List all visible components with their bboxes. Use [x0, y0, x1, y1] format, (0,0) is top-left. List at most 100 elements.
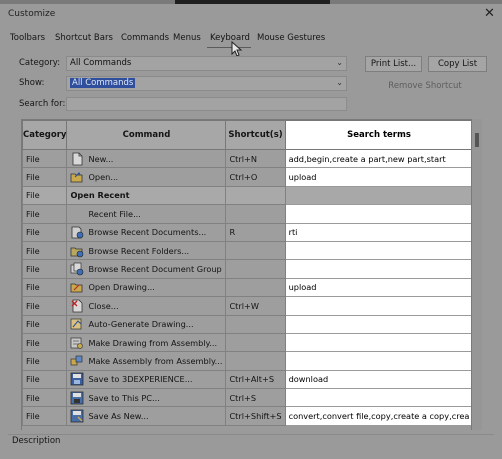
cell-search-terms[interactable]: add,begin,create a part,new part,start [284, 148, 471, 169]
mouse-pointer-icon [231, 41, 243, 57]
tab-commands[interactable]: Commands [121, 33, 169, 43]
cell-shortcut[interactable]: Ctrl+Alt+S [225, 369, 286, 390]
close-doc-icon [70, 299, 84, 313]
column-header-shortcuts[interactable]: Shortcut(s) [225, 120, 286, 150]
tab-menus[interactable]: Menus [173, 33, 201, 43]
cell-shortcut[interactable]: Ctrl+Shift+S [225, 406, 286, 426]
cell-shortcut[interactable] [225, 351, 286, 371]
save-as-new-icon [70, 409, 84, 423]
command-label: Close... [88, 300, 119, 311]
show-label: Show: [19, 78, 45, 88]
table-row[interactable]: File Browse Recent Documents... Rrti [22, 222, 471, 242]
cell-shortcut[interactable] [225, 277, 286, 298]
cell-category: File [22, 314, 68, 334]
recent-docs-icon [70, 225, 84, 239]
table-row[interactable]: File Open... Ctrl+O upload [22, 167, 471, 187]
cell-shortcut[interactable]: Ctrl+N [225, 148, 286, 169]
table-row[interactable]: File Make Assembly from Assembly... [22, 351, 471, 371]
category-select[interactable]: All Commands ⌄ [66, 56, 347, 71]
active-tab-indicator [207, 47, 251, 48]
show-select[interactable]: All Commands ⌄ [66, 76, 347, 91]
new-doc-icon [70, 152, 84, 166]
cell-category: File [22, 222, 68, 242]
blank-icon [70, 207, 84, 221]
tab-keyboard[interactable]: Keyboard [210, 33, 250, 43]
cell-command: Open Drawing... [66, 277, 227, 298]
cell-category: File [22, 277, 68, 298]
cell-search-terms[interactable] [284, 314, 471, 334]
cell-category: File [22, 204, 68, 224]
table-row[interactable]: File Open Recent [22, 185, 471, 206]
cell-search-terms[interactable] [284, 204, 471, 224]
command-label: Open... [88, 172, 119, 183]
cell-search-terms[interactable] [284, 240, 471, 261]
cell-command: Save to 3DEXPERIENCE... [66, 369, 227, 390]
cell-search-terms[interactable]: upload [284, 277, 471, 298]
cell-command: Auto-Generate Drawing... [66, 314, 227, 334]
remove-shortcut-button[interactable]: Remove Shortcut [385, 79, 465, 93]
cell-command: Make Assembly from Assembly... [66, 351, 227, 371]
table-row[interactable]: File Auto-Generate Drawing... [22, 314, 471, 334]
show-value: All Commands [70, 78, 136, 88]
copy-list-button[interactable]: Copy List [428, 56, 487, 72]
column-header-command[interactable]: Command [66, 120, 227, 150]
cell-shortcut[interactable]: R [225, 222, 286, 242]
cell-category: File [22, 406, 68, 426]
table-row[interactable]: File Save to This PC... Ctrl+S [22, 388, 471, 408]
vertical-scrollbar[interactable] [472, 119, 482, 431]
cell-shortcut[interactable] [225, 204, 286, 224]
tab-toolbars[interactable]: Toolbars [10, 33, 45, 43]
cell-search-terms[interactable] [284, 296, 471, 316]
make-assembly-icon [70, 354, 84, 368]
cell-category: File [22, 369, 68, 390]
cell-search-terms[interactable] [284, 351, 471, 371]
cell-search-terms[interactable] [284, 259, 471, 279]
cell-shortcut[interactable] [225, 240, 286, 261]
table-row[interactable]: File New... Ctrl+N add,begin,create a part,… [22, 148, 471, 169]
cell-shortcut[interactable] [225, 259, 286, 279]
table-row[interactable]: File Browse Recent Folders... [22, 240, 471, 261]
cell-search-terms[interactable] [284, 332, 471, 353]
cell-search-terms[interactable] [284, 185, 471, 206]
description-panel [0, 430, 502, 459]
command-label: Make Drawing from Assembly... [88, 337, 218, 348]
print-list-button[interactable]: Print List... [365, 56, 422, 72]
table-row[interactable]: File Browse Recent Document Group [22, 259, 471, 279]
save-3dx-icon [70, 372, 84, 386]
make-drawing-icon [70, 336, 84, 350]
table-row[interactable]: File Open Drawing... upload [22, 277, 471, 298]
table-row[interactable]: File Save to 3DEXPERIENCE... Ctrl+Alt+S dow… [22, 369, 471, 390]
cell-shortcut[interactable] [225, 185, 286, 206]
tab-shortcut-bars[interactable]: Shortcut Bars [55, 33, 113, 43]
table-row[interactable]: File Make Drawing from Assembly... [22, 332, 471, 353]
cell-search-terms[interactable]: rti [284, 222, 471, 242]
cell-shortcut[interactable] [225, 314, 286, 334]
search-input[interactable] [66, 97, 347, 111]
cell-category: File [22, 296, 68, 316]
cell-category: File [22, 332, 68, 353]
cell-shortcut[interactable] [225, 332, 286, 353]
cell-search-terms[interactable] [284, 388, 471, 408]
cell-search-terms[interactable]: upload [284, 167, 471, 187]
table-row[interactable]: File Close... Ctrl+W [22, 296, 471, 316]
cell-category: File [22, 388, 68, 408]
close-icon[interactable]: ✕ [484, 6, 495, 21]
open-folder-icon [70, 170, 84, 184]
column-header-category[interactable]: Category [22, 120, 68, 150]
column-header-search-terms[interactable]: Search terms [284, 120, 471, 150]
command-label: New... [88, 153, 114, 164]
command-label: Save to 3DEXPERIENCE... [88, 374, 193, 385]
tab-mouse-gestures[interactable]: Mouse Gestures [257, 33, 325, 43]
cell-shortcut[interactable]: Ctrl+S [225, 388, 286, 408]
table-row[interactable]: File Recent File... [22, 204, 471, 224]
cell-shortcut[interactable]: Ctrl+O [225, 167, 286, 187]
scrollbar-thumb[interactable] [475, 133, 479, 147]
chevron-down-icon: ⌄ [336, 78, 343, 87]
command-label: Open Recent [70, 190, 130, 201]
category-label: Category: [19, 58, 61, 68]
table-row[interactable]: File Save As New... Ctrl+Shift+S convert,co… [22, 406, 471, 426]
cell-command: Save As New... [66, 406, 227, 426]
cell-shortcut[interactable]: Ctrl+W [225, 296, 286, 316]
cell-search-terms[interactable]: download [284, 369, 471, 390]
cell-search-terms[interactable]: convert,convert file,copy,create a copy,… [284, 406, 471, 426]
